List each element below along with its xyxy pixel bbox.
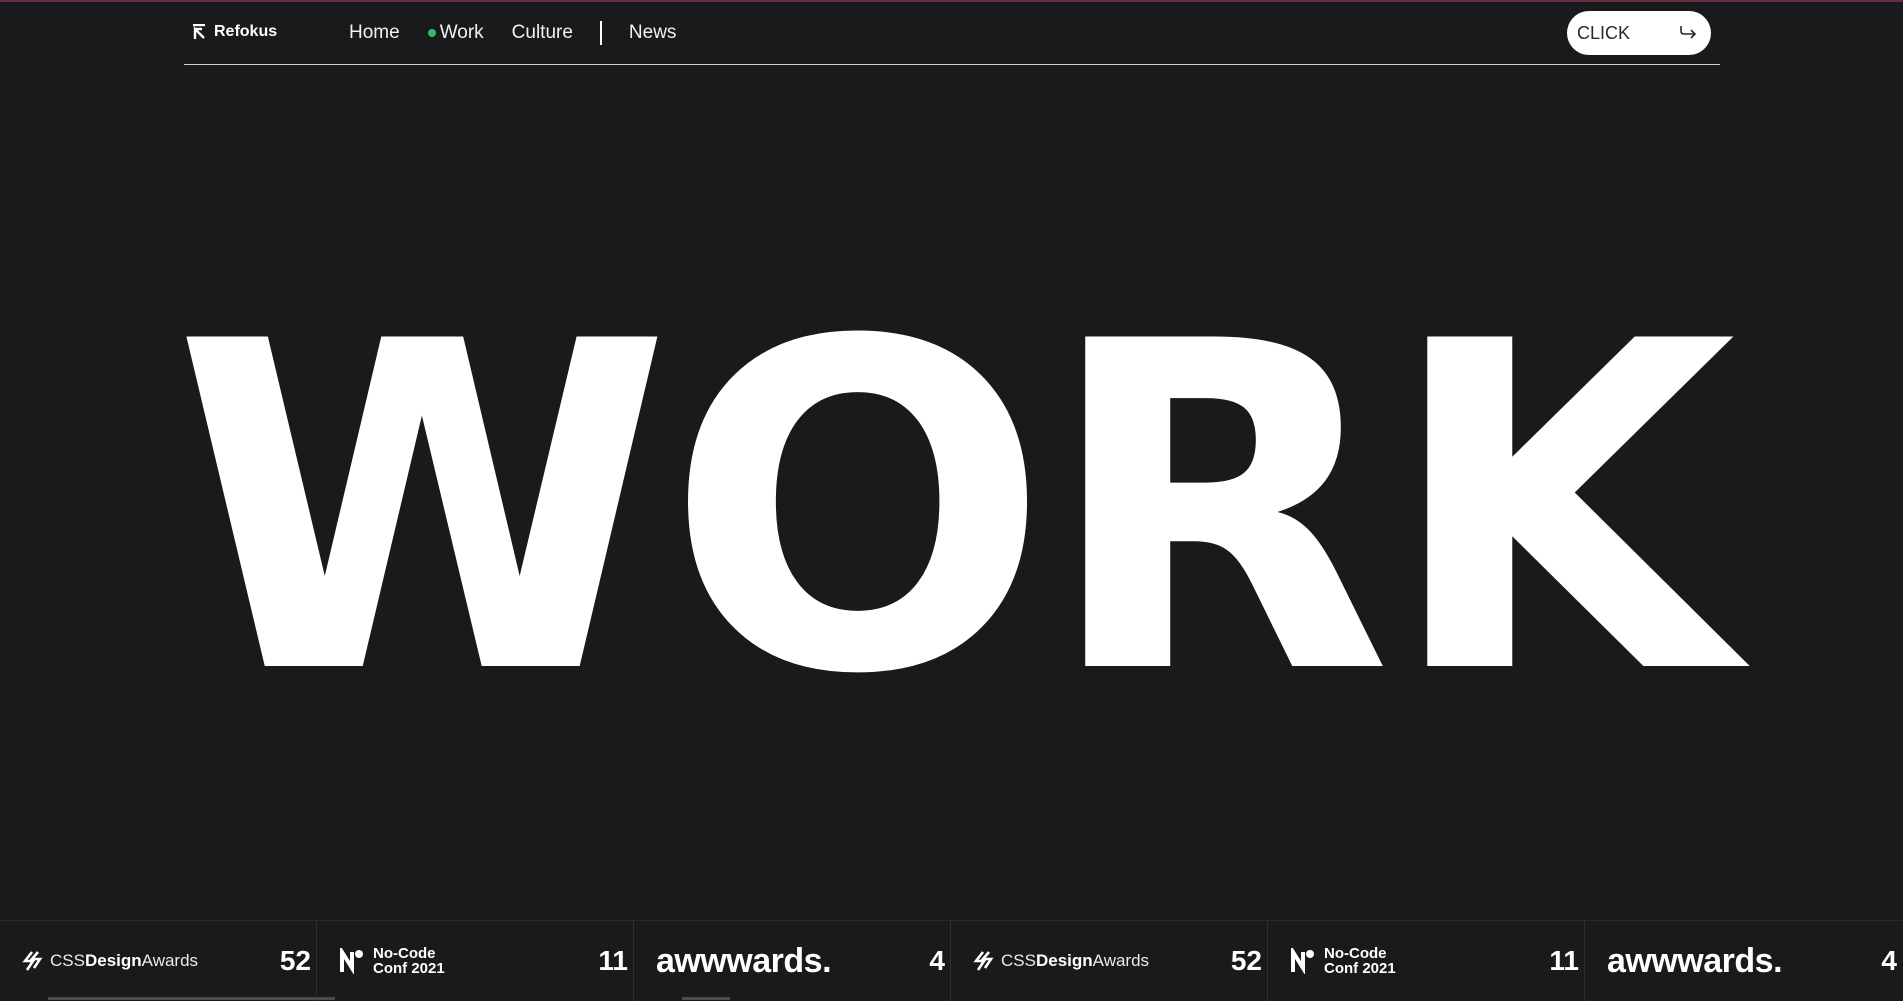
nocode-conf-icon xyxy=(340,948,363,974)
page-title: WORK xyxy=(172,246,1736,773)
awwwards-logo: awwwards. xyxy=(1607,941,1783,980)
nav-divider xyxy=(599,21,602,45)
brand-logo-link[interactable]: Refokus xyxy=(192,20,277,44)
active-indicator-dot xyxy=(427,29,436,37)
awwwards-logo: awwwards. xyxy=(656,941,832,980)
click-button-label: CLICK xyxy=(1577,22,1631,43)
hero-section: WORK xyxy=(0,284,1903,736)
award-count: 4 xyxy=(929,945,945,976)
return-arrow-icon xyxy=(1679,23,1697,44)
award-item: No-Code Conf 2021 11 xyxy=(1268,921,1585,1001)
award-count: 52 xyxy=(1230,945,1262,976)
css-design-awards-icon xyxy=(973,951,994,971)
nocode-conf-logo: No-Code Conf 2021 xyxy=(339,946,445,976)
refokus-logo-icon xyxy=(192,24,206,40)
nav-home-label: Home xyxy=(349,22,400,43)
award-item: awwwards. 4 xyxy=(1585,921,1902,1001)
award-count: 11 xyxy=(598,945,628,976)
click-button[interactable]: CLICK xyxy=(1567,11,1711,55)
award-item: awwwards. 4 xyxy=(634,921,951,1001)
awards-strip: CSSDesignAwards 52 No-Code Conf 2021 11 a… xyxy=(0,920,1903,1001)
css-design-awards-icon xyxy=(22,951,43,971)
nav-culture[interactable]: Culture xyxy=(512,22,573,44)
award-count: 52 xyxy=(279,945,311,976)
main-nav: Home Work Culture News xyxy=(349,19,676,47)
nav-work-label: Work xyxy=(439,22,484,43)
award-item: No-Code Conf 2021 11 xyxy=(317,921,634,1001)
nav-work[interactable]: Work xyxy=(427,22,484,44)
award-count: 11 xyxy=(1549,945,1579,976)
award-count: 4 xyxy=(1881,945,1897,976)
cssdesignawards-logo: CSSDesignAwards xyxy=(973,950,1149,972)
nocode-conf-icon xyxy=(1291,948,1314,974)
award-item: CSSDesignAwards 52 xyxy=(951,921,1268,1001)
nav-home[interactable]: Home xyxy=(349,22,400,44)
nav-culture-label: Culture xyxy=(511,22,573,43)
brand-name: Refokus xyxy=(214,23,278,40)
site-header: Refokus Home Work Culture News CLICK xyxy=(184,0,1720,65)
nocode-conf-logo: No-Code Conf 2021 xyxy=(1290,946,1396,976)
nav-news-label: News xyxy=(628,22,677,43)
cssdesignawards-logo: CSSDesignAwards xyxy=(22,950,198,972)
award-item: CSSDesignAwards 52 xyxy=(0,921,317,1001)
nav-news[interactable]: News xyxy=(629,22,677,44)
